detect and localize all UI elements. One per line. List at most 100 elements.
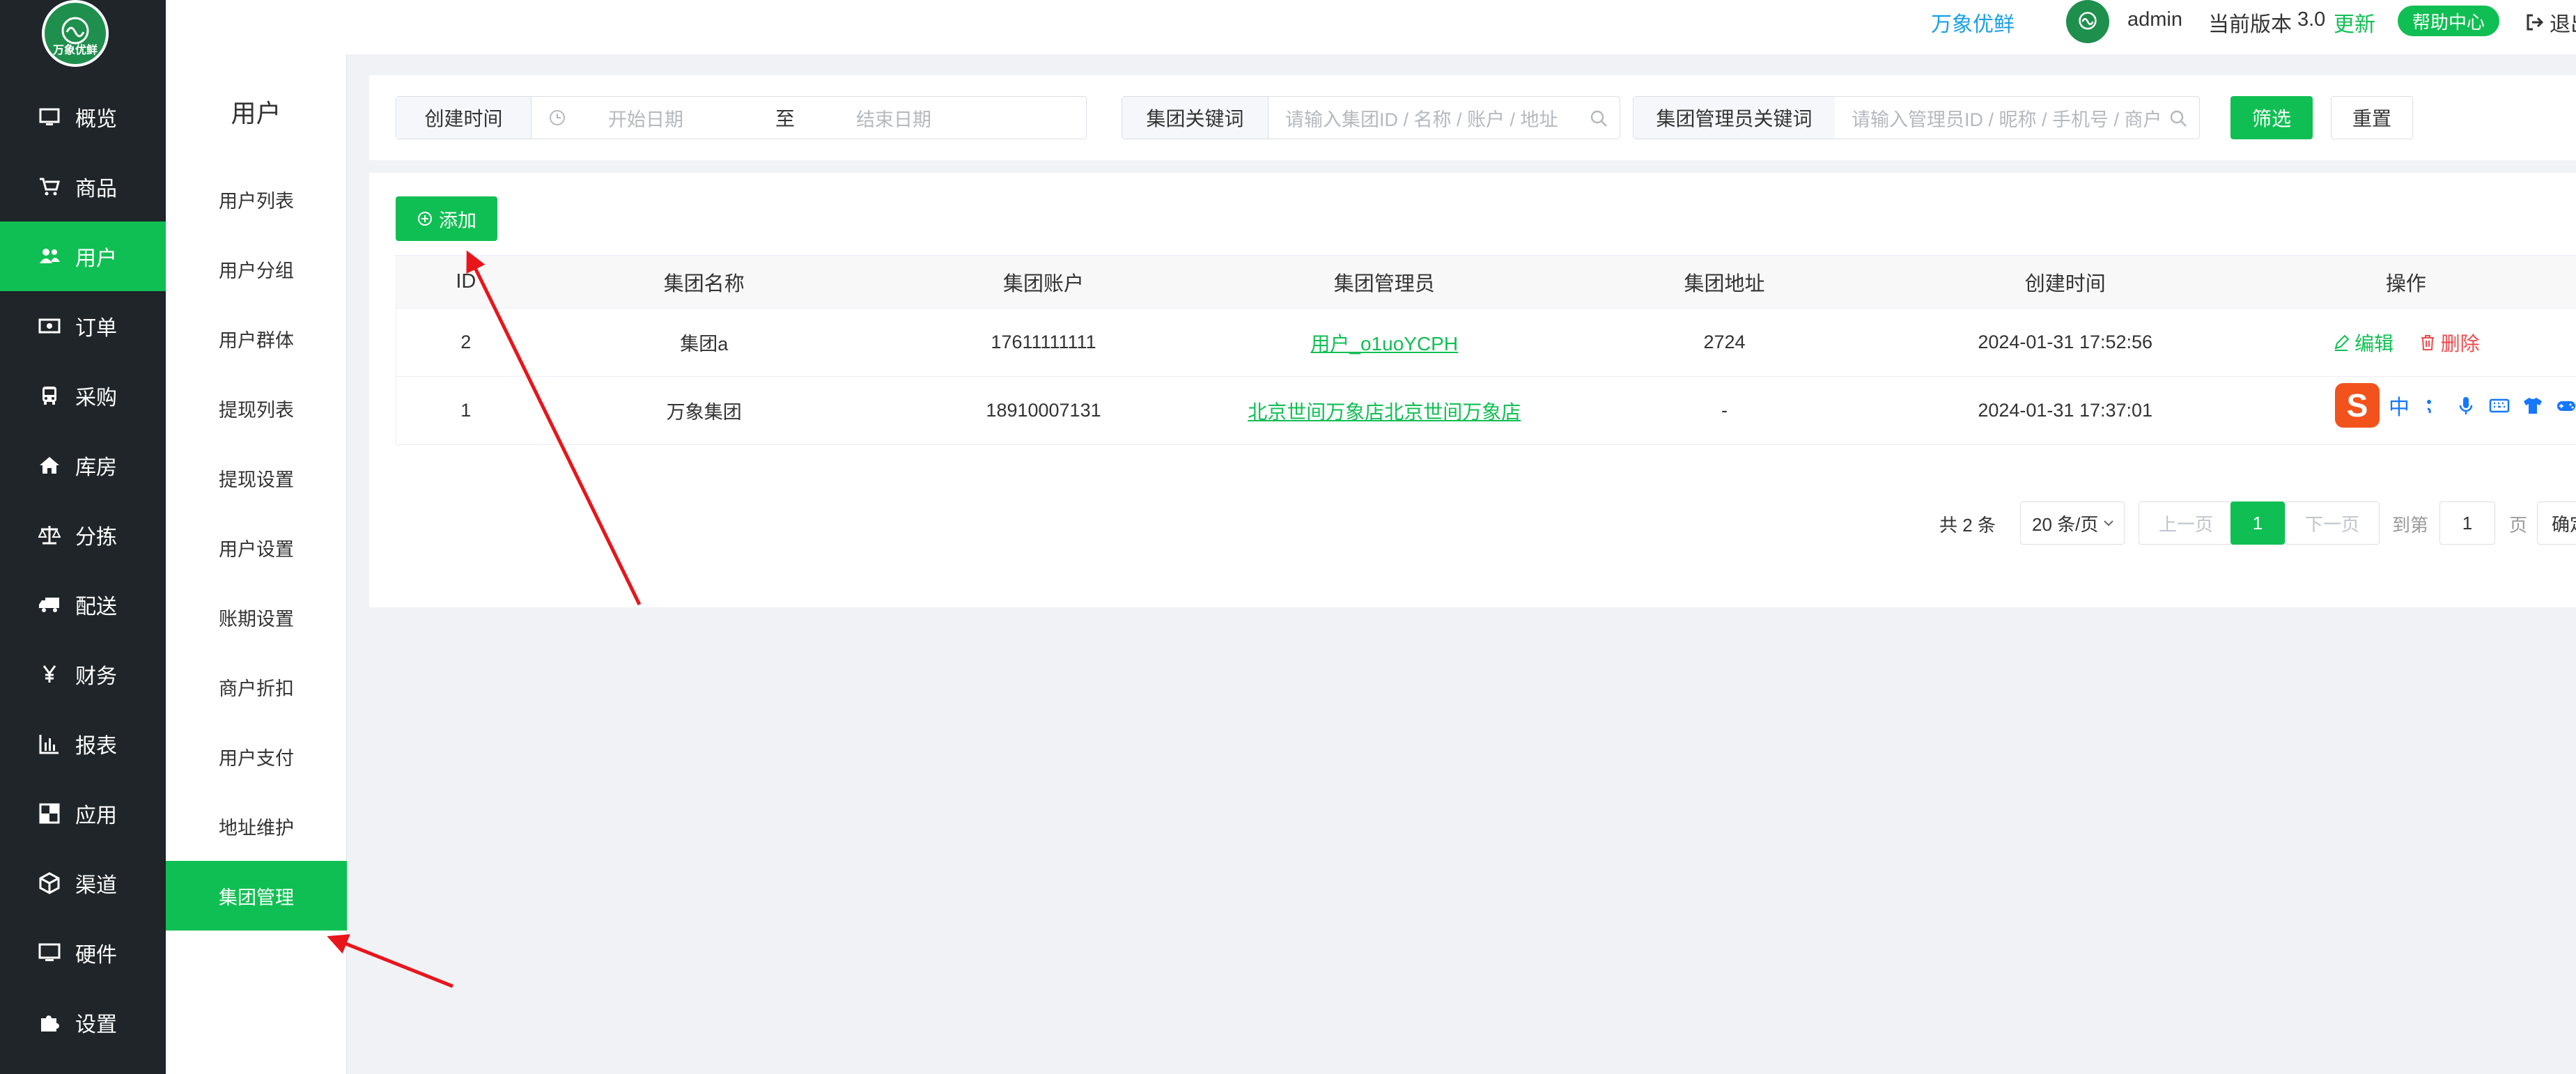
monitor-icon	[38, 105, 61, 129]
nav-item-reports[interactable]: 报表	[0, 709, 166, 779]
submenu-item-withdraw-settings[interactable]: 提现设置	[166, 443, 347, 513]
punctuation-icon[interactable]	[2419, 391, 2446, 419]
submenu-item-address[interactable]: 地址维护	[166, 791, 347, 861]
chevron-down-icon	[2104, 520, 2113, 527]
nav-item-orders[interactable]: 订单	[0, 291, 166, 361]
page-number-current[interactable]: 1	[2230, 501, 2285, 545]
nav-item-settings[interactable]: 设置	[0, 988, 166, 1057]
scale-icon	[38, 523, 61, 547]
table-header-row: ID 集团名称 集团账户 集团管理员 集团地址 创建时间 操作	[396, 256, 2576, 309]
username: admin	[2127, 8, 2182, 31]
group-admin-link[interactable]: 北京世间万象店北京世间万象店	[1248, 401, 1521, 423]
avatar[interactable]	[2066, 0, 2109, 43]
submenu-item-user-segments[interactable]: 用户群体	[166, 304, 347, 373]
nav-item-overview[interactable]: 概览	[0, 82, 166, 152]
total-count: 共 2 条	[1939, 515, 1996, 536]
nav-item-label: 订单	[75, 317, 117, 340]
group-admin-keyword-filter: 集团管理员关键词	[1633, 96, 1870, 139]
add-button[interactable]: 添加	[396, 196, 497, 241]
cell-id: 2	[460, 332, 472, 352]
brand-logo[interactable]: 万象优鲜	[42, 0, 109, 67]
col-header-group-name[interactable]: 集团名称	[536, 267, 873, 297]
cell-group-name: 万象集团	[666, 402, 742, 423]
plus-circle-icon	[418, 212, 432, 226]
table-row: 1 万象集团 18910007131 北京世间万象店北京世间万象店 - 2024…	[396, 377, 2576, 445]
col-header-group-admin[interactable]: 集团管理员	[1214, 267, 1554, 297]
ime-language-toggle[interactable]: 中	[2385, 391, 2413, 419]
nav-item-users[interactable]: 用户	[0, 221, 166, 291]
date-range-picker[interactable]: 开始日期 至 结束日期	[532, 97, 1086, 139]
nav-item-label: 用户	[75, 247, 117, 270]
delete-button[interactable]: 删除	[2419, 329, 2480, 357]
group-table-panel: 添加 ID 集团名称 集团账户 集团管理员 集团地址 创建时间 操作 2 集团a…	[369, 173, 2576, 607]
nav-item-apps[interactable]: 应用	[0, 779, 166, 848]
submenu-item-user-settings[interactable]: 用户设置	[166, 513, 347, 582]
group-keyword-input[interactable]: 请输入集团ID / 名称 / 账户 / 地址	[1268, 97, 1620, 139]
nav-item-products[interactable]: 商品	[0, 152, 166, 221]
submenu-item-withdraw-list[interactable]: 提现列表	[166, 373, 347, 443]
page-unit-label: 页	[2509, 515, 2528, 536]
pagination: 共 2 条 20 条/页 上一页 1 下一页 到第 页 确定	[369, 501, 2576, 546]
next-page-button[interactable]: 下一页	[2285, 501, 2380, 545]
edit-button[interactable]: 编辑	[2332, 329, 2393, 357]
col-header-group-account[interactable]: 集团账户	[873, 267, 1214, 297]
page-size-select[interactable]: 20 条/页	[2020, 501, 2125, 545]
nav-item-delivery[interactable]: 配送	[0, 570, 166, 639]
col-header-created-time[interactable]: 创建时间	[1895, 267, 2236, 297]
brand-link[interactable]: 万象优鲜	[1931, 7, 2015, 38]
main-sidebar: 万象优鲜 概览 商品 用户 订单 采购 库房 分拣 配送 财务 报表 应用 渠道…	[0, 0, 166, 1074]
nav-item-purchase[interactable]: 采购	[0, 361, 166, 430]
submenu-item-merchant-discount[interactable]: 商户折扣	[166, 652, 347, 722]
reset-button[interactable]: 重置	[2331, 96, 2413, 139]
desktop-icon	[38, 941, 61, 965]
skin-shirt-icon[interactable]	[2519, 391, 2547, 419]
clock-icon	[550, 110, 565, 125]
money-icon	[38, 314, 61, 338]
ime-logo-icon[interactable]: S	[2335, 383, 2380, 428]
nav-item-label: 硬件	[75, 944, 117, 967]
submenu-item-user-list[interactable]: 用户列表	[166, 164, 347, 234]
cell-actions: 编辑 删除	[2236, 329, 2576, 357]
top-header: 万象优鲜 admin 当前版本 3.0 更新 帮助中心 退出	[166, 0, 2576, 54]
nav-item-label: 应用	[75, 804, 117, 827]
prev-page-button[interactable]: 上一页	[2139, 501, 2233, 545]
cell-group-address: 2724	[1703, 332, 1746, 352]
nav-item-sorting[interactable]: 分拣	[0, 500, 166, 570]
bus-icon	[38, 384, 61, 407]
nav-item-label: 渠道	[75, 874, 117, 897]
nav-item-channels[interactable]: 渠道	[0, 848, 166, 918]
logo-icon	[2079, 12, 2097, 30]
nav-item-label: 配送	[75, 596, 117, 618]
cell-group-admin: 用户_o1uoYCPH	[1214, 329, 1554, 357]
update-link[interactable]: 更新	[2334, 7, 2375, 38]
start-date-input[interactable]: 开始日期	[608, 104, 775, 132]
group-admin-link[interactable]: 用户_o1uoYCPH	[1310, 333, 1458, 355]
submenu-item-user-groups[interactable]: 用户分组	[166, 234, 347, 304]
help-center-button[interactable]: 帮助中心	[2398, 6, 2499, 36]
nav-item-finance[interactable]: 财务	[0, 639, 166, 709]
table-row: 2 集团a 17611111111 用户_o1uoYCPH 2724 2024-…	[396, 309, 2576, 377]
end-date-input[interactable]: 结束日期	[856, 104, 931, 132]
group-admin-keyword-label: 集团管理员关键词	[1634, 97, 1836, 139]
search-icon	[1590, 110, 1607, 127]
cart-icon	[38, 175, 61, 199]
nav-item-label: 概览	[75, 108, 117, 131]
goto-label: 到第	[2392, 515, 2429, 536]
gamepad-icon[interactable]	[2552, 391, 2576, 419]
col-header-id[interactable]: ID	[396, 270, 536, 293]
submenu-item-credit-settings[interactable]: 账期设置	[166, 582, 347, 652]
keyboard-icon[interactable]	[2485, 391, 2513, 419]
logout-button[interactable]: 退出	[2526, 7, 2576, 38]
nav-item-warehouse[interactable]: 库房	[0, 430, 166, 500]
goto-page-input[interactable]	[2439, 501, 2495, 545]
cell-created-time: 2024-01-31 17:37:01	[1978, 400, 2153, 421]
nav-item-hardware[interactable]: 硬件	[0, 918, 166, 988]
microphone-icon[interactable]	[2452, 391, 2480, 419]
submenu-item-group-management[interactable]: 集团管理	[166, 861, 347, 931]
yen-icon	[38, 662, 61, 686]
col-header-group-address[interactable]: 集团地址	[1554, 267, 1894, 297]
goto-confirm-button[interactable]: 确定	[2537, 501, 2576, 545]
group-admin-keyword-input[interactable]: 请输入管理员ID / 昵称 / 手机号 / 商户	[1835, 97, 2199, 139]
submenu-item-user-payment[interactable]: 用户支付	[166, 722, 347, 791]
filter-button[interactable]: 筛选	[2230, 96, 2313, 139]
